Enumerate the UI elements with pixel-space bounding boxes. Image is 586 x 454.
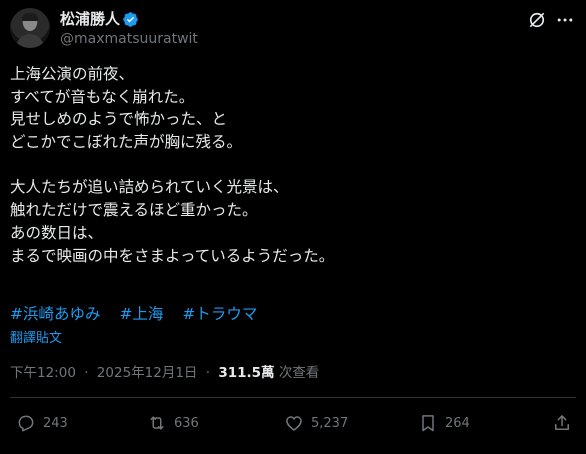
post-text: 上海公演の前夜、 すべてが音もなく崩れた。 見せしめのようで怖かった、と どこか… — [10, 63, 570, 267]
action-bar: 243 636 5,237 264 — [0, 408, 586, 438]
share-icon — [555, 415, 569, 430]
verified-badge-icon — [123, 12, 138, 27]
bookmark-icon — [422, 415, 434, 432]
repost-icon — [150, 416, 164, 430]
meta-separator: · — [205, 365, 211, 381]
like-button[interactable]: 5,237 — [284, 412, 348, 434]
post-line: 上海公演の前夜、 — [10, 65, 135, 83]
reply-button[interactable]: 243 — [16, 412, 68, 434]
heart-icon — [286, 416, 302, 431]
avatar-hair — [22, 13, 38, 21]
divider — [10, 397, 576, 398]
post-line: 触れただけで震えるほど重かった。 — [10, 201, 258, 220]
bookmark-button[interactable]: 264 — [418, 412, 470, 434]
avatar[interactable] — [10, 8, 50, 48]
post-line: すべてが音もなく崩れた。 — [10, 87, 195, 106]
post-line: あの数日は、 — [10, 223, 104, 242]
translate-post-link[interactable]: 翻譯貼文 — [10, 331, 62, 347]
post-line: 大人たちが追い詰められていく光景は、 — [10, 178, 289, 197]
bookmark-count: 264 — [445, 415, 470, 431]
share-button[interactable] — [552, 412, 572, 434]
reply-count: 243 — [43, 415, 68, 431]
display-name[interactable]: 松浦勝人 — [60, 10, 120, 28]
post-meta: 下午12:00 · 2025年12月1日 · 311.5萬 次查看 — [10, 364, 319, 382]
avatar-shoulders — [16, 34, 44, 48]
handle[interactable]: @maxmatsuuratwit — [60, 31, 198, 48]
hashtag-link[interactable]: #トラウマ — [182, 305, 257, 323]
reply-icon — [18, 415, 34, 432]
tweet-card: 松浦勝人 @maxmatsuuratwit 上海公演の前夜、 すべてが音もなく崩… — [0, 0, 586, 454]
post-line: まるで映画の中をさまよっているようだった。 — [10, 246, 335, 265]
post-time[interactable]: 下午12:00 — [10, 365, 76, 381]
like-count: 5,237 — [311, 415, 349, 431]
more-options-icon[interactable] — [555, 10, 575, 30]
hashtag-link[interactable]: #上海 — [119, 305, 163, 323]
post-blank-line — [10, 154, 570, 177]
views-count: 311.5萬 — [218, 365, 275, 381]
post-line: どこかでこぼれた声が胸に残る。 — [10, 133, 243, 152]
post-date[interactable]: 2025年12月1日 — [97, 365, 198, 381]
post-line: 見せしめのようで怖かった、と — [10, 110, 228, 129]
grok-icon[interactable] — [527, 10, 547, 30]
views-label: 次查看 — [278, 365, 320, 381]
meta-separator: · — [84, 365, 89, 381]
hashtag-link[interactable]: #浜崎あゆみ — [10, 305, 101, 323]
repost-count: 636 — [174, 415, 199, 431]
hashtag-list: #浜崎あゆみ #上海 #トラウマ — [10, 303, 271, 325]
repost-button[interactable]: 636 — [147, 412, 199, 434]
